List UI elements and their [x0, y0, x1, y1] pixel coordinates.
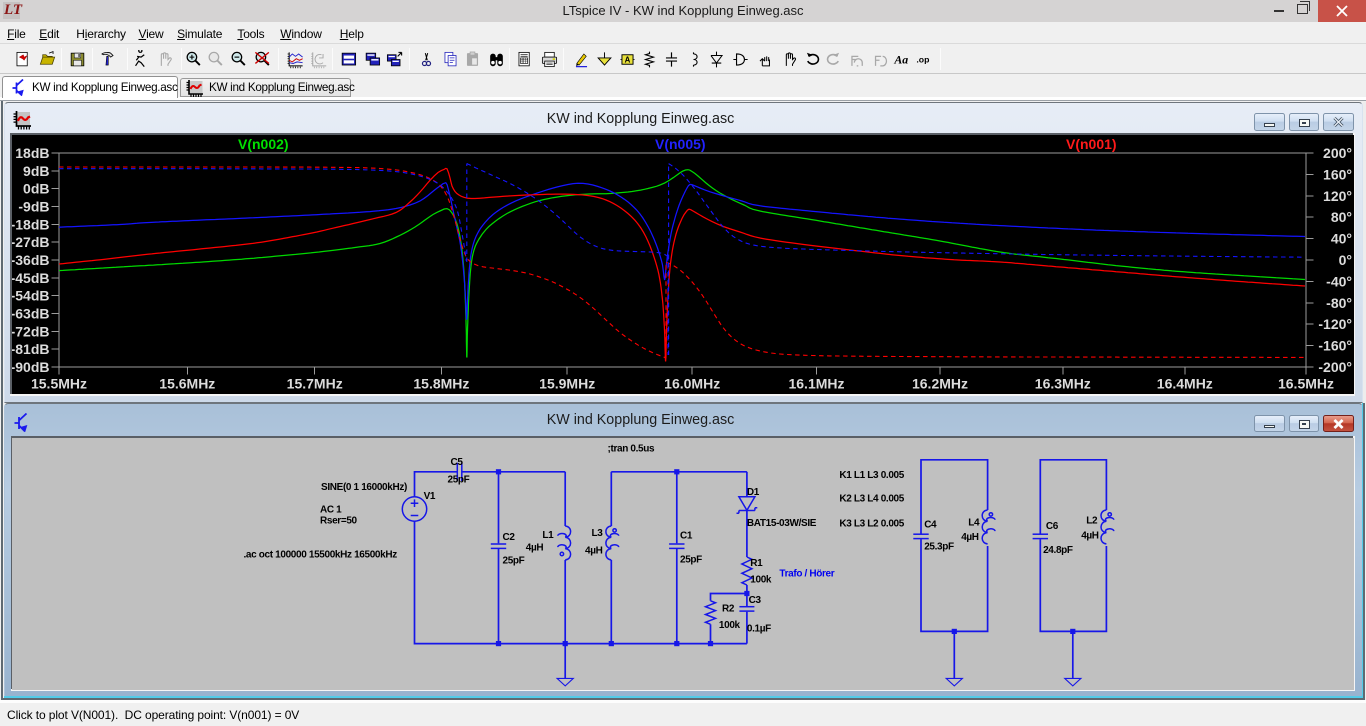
svg-text:25pF: 25pF [503, 556, 525, 567]
svg-text:40°: 40° [1331, 231, 1352, 247]
svg-text:0dB: 0dB [23, 181, 49, 197]
svg-text:C6: C6 [1046, 521, 1059, 532]
svg-text:R2: R2 [722, 603, 735, 614]
svg-text:.ac oct 100000 15500kHz 16500k: .ac oct 100000 15500kHz 16500kHz [244, 550, 398, 561]
svg-text:-45dB: -45dB [12, 270, 50, 286]
svg-text:100k: 100k [750, 574, 772, 585]
svg-text:15.9MHz: 15.9MHz [539, 376, 595, 392]
svg-text:100k: 100k [719, 620, 741, 631]
svg-text:-90dB: -90dB [12, 359, 50, 375]
svg-text:15.6MHz: 15.6MHz [159, 376, 215, 392]
svg-text:15.8MHz: 15.8MHz [413, 376, 469, 392]
svg-text:L1: L1 [542, 530, 554, 541]
svg-text:-18dB: -18dB [12, 216, 50, 232]
svg-text:BAT15-03W/SIE: BAT15-03W/SIE [747, 518, 817, 529]
svg-text:Aa: Aa [893, 52, 908, 66]
svg-text:24.8pF: 24.8pF [1043, 545, 1073, 556]
svg-text:C4: C4 [924, 520, 937, 531]
svg-text:;tran 0.5us: ;tran 0.5us [608, 444, 656, 455]
svg-text:15.7MHz: 15.7MHz [287, 376, 343, 392]
svg-text:16.4MHz: 16.4MHz [1157, 376, 1213, 392]
svg-text:9dB: 9dB [23, 163, 49, 179]
svg-text:AC 1: AC 1 [320, 505, 342, 516]
svg-text:-54dB: -54dB [12, 288, 50, 304]
svg-text:-120°: -120° [1318, 316, 1352, 332]
svg-text:16.2MHz: 16.2MHz [912, 376, 968, 392]
svg-text:25pF: 25pF [680, 555, 702, 566]
svg-text:-63dB: -63dB [12, 306, 50, 322]
svg-text:Trafo / Hörer: Trafo / Hörer [779, 569, 834, 580]
svg-text:C2: C2 [503, 532, 516, 543]
svg-text:-9dB: -9dB [18, 199, 49, 215]
svg-text:-27dB: -27dB [12, 234, 50, 250]
svg-text:.op: .op [916, 54, 929, 64]
svg-text:0°: 0° [1339, 252, 1352, 268]
svg-text:A: A [625, 55, 631, 64]
svg-text:4µH: 4µH [526, 543, 544, 554]
svg-text:16.1MHz: 16.1MHz [788, 376, 844, 392]
svg-text:25pF: 25pF [448, 474, 470, 485]
svg-text:C3: C3 [749, 595, 762, 606]
svg-text:C5: C5 [451, 457, 464, 468]
svg-text:200°: 200° [1323, 145, 1352, 161]
svg-text:-36dB: -36dB [12, 252, 50, 268]
svg-text:-40°: -40° [1326, 273, 1352, 289]
svg-text:V(n002): V(n002) [238, 136, 289, 152]
svg-text:-80°: -80° [1326, 295, 1352, 311]
svg-text:16.0MHz: 16.0MHz [664, 376, 720, 392]
svg-text:L2: L2 [1086, 515, 1098, 526]
svg-text:4µH: 4µH [585, 546, 603, 557]
svg-text:-160°: -160° [1318, 338, 1352, 354]
svg-text:4µH: 4µH [1081, 531, 1099, 542]
svg-text:120°: 120° [1323, 188, 1352, 204]
svg-text:SINE(0 1 16000kHz): SINE(0 1 16000kHz) [321, 482, 407, 493]
svg-text:R1: R1 [750, 558, 763, 569]
svg-text:16.3MHz: 16.3MHz [1035, 376, 1091, 392]
svg-text:V(n005): V(n005) [655, 136, 706, 152]
svg-text:16.5MHz: 16.5MHz [1278, 376, 1334, 392]
svg-text:Rser=50: Rser=50 [320, 516, 358, 527]
svg-text:L3: L3 [592, 528, 604, 539]
svg-text:18dB: 18dB [15, 145, 49, 161]
svg-text:-72dB: -72dB [12, 323, 50, 339]
svg-text:L4: L4 [968, 518, 980, 529]
svg-text:V(n001): V(n001) [1066, 136, 1117, 152]
svg-text:D1: D1 [747, 487, 760, 498]
svg-text:K2 L3 L4 0.005: K2 L3 L4 0.005 [839, 494, 904, 505]
svg-text:25.3pF: 25.3pF [924, 542, 954, 553]
svg-text:15.5MHz: 15.5MHz [31, 376, 87, 392]
svg-text:80°: 80° [1331, 209, 1352, 225]
svg-text:K1 L1 L3 0.005: K1 L1 L3 0.005 [839, 470, 904, 481]
svg-text:V1: V1 [424, 491, 436, 502]
svg-text:0.1µF: 0.1µF [747, 624, 771, 635]
svg-text:K3 L3 L2 0.005: K3 L3 L2 0.005 [839, 518, 904, 529]
svg-text:4µH: 4µH [961, 532, 979, 543]
svg-text:-81dB: -81dB [12, 341, 50, 357]
svg-text:-200°: -200° [1318, 359, 1352, 375]
svg-text:160°: 160° [1323, 166, 1352, 182]
svg-text:C1: C1 [680, 531, 693, 542]
